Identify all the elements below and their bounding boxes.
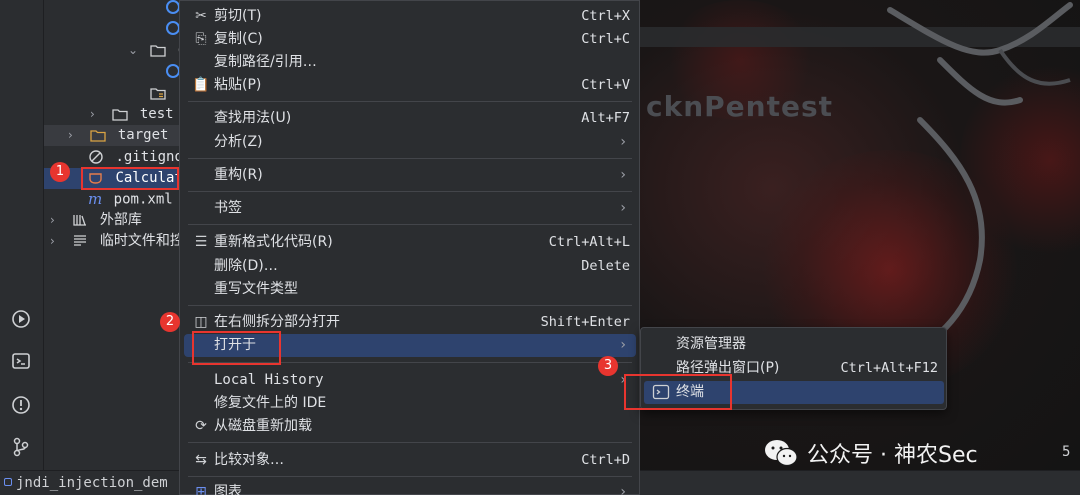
folder-icon xyxy=(150,44,167,57)
status-breadcrumb[interactable]: jndi_injection_dem xyxy=(16,475,168,491)
tree-item-gitignore[interactable]: .gitigno xyxy=(88,147,179,168)
class-icon xyxy=(166,0,179,14)
resources-folder-icon xyxy=(150,87,167,100)
menu-item-repair-ide[interactable]: 修复文件上的 IDE xyxy=(184,392,636,415)
context-menu: ✂ 剪切(T) Ctrl+X ⎘ 复制(C) Ctrl+C 复制路径/引用… 📋… xyxy=(179,0,640,495)
menu-item-reformat[interactable]: ☰ 重新格式化代码(R) Ctrl+Alt+L xyxy=(184,231,636,254)
chevron-right-icon: › xyxy=(50,213,55,227)
chevron-down-icon: ⌄ xyxy=(128,43,139,57)
menu-item-delete[interactable]: 删除(D)… Delete xyxy=(184,255,636,278)
reload-icon: ⟳ xyxy=(195,418,207,434)
tree-item-target[interactable]: › target xyxy=(44,125,179,146)
problems-icon[interactable] xyxy=(10,394,32,416)
chevron-right-icon: › xyxy=(620,337,626,353)
compare-icon: ⇆ xyxy=(195,452,207,468)
menu-item-paste[interactable]: 📋 粘贴(P) Ctrl+V xyxy=(184,74,636,97)
git-icon[interactable] xyxy=(10,436,32,458)
submenu-item-explorer[interactable]: 资源管理器 xyxy=(644,333,944,356)
folder-icon xyxy=(112,108,129,121)
project-tree: ⌄ o reso › test › target .gitigno Calcul… xyxy=(44,0,179,470)
tree-class-icon-row[interactable] xyxy=(166,0,179,18)
menu-separator xyxy=(188,442,632,443)
tree-item-scratches[interactable]: › 临时文件和控 xyxy=(50,231,179,252)
maven-icon: m xyxy=(88,190,103,208)
menu-item-copy[interactable]: ⎘ 复制(C) Ctrl+C xyxy=(184,28,636,51)
menu-item-override-file-type[interactable]: 重写文件类型 xyxy=(184,278,636,301)
menu-item-reload-from-disk[interactable]: ⟳ 从磁盘重新加载 xyxy=(184,415,636,438)
menu-item-analyze[interactable]: 分析(Z) › xyxy=(184,131,636,154)
tree-item-pom[interactable]: m pom.xml xyxy=(88,189,173,210)
class-icon xyxy=(166,21,179,35)
chevron-right-icon: › xyxy=(90,107,95,121)
menu-separator xyxy=(188,476,632,477)
diagram-icon: ⊞ xyxy=(195,484,207,495)
menu-separator xyxy=(188,224,632,225)
module-icon xyxy=(4,478,12,486)
chevron-right-icon: › xyxy=(50,234,55,248)
wechat-icon xyxy=(765,440,798,467)
tree-class-icon-row[interactable] xyxy=(166,61,179,82)
menu-item-bookmarks[interactable]: 书签 › xyxy=(184,197,636,220)
menu-separator xyxy=(188,305,632,306)
tree-item-label: 临时文件和控 xyxy=(99,233,179,249)
scissors-icon: ✂ xyxy=(195,8,207,24)
menu-item-find-usages[interactable]: 查找用法(U) Alt+F7 xyxy=(184,107,636,130)
annotation-box-3 xyxy=(624,374,732,410)
tree-item-folder[interactable]: ⌄ o xyxy=(128,40,179,61)
annotation-box-2 xyxy=(192,331,281,365)
watermark: 公众号 · 神农Sec xyxy=(763,435,978,471)
tree-class-icon-row[interactable] xyxy=(166,18,179,39)
tree-item-resources[interactable]: reso xyxy=(128,83,179,104)
banner-text: cknPentest xyxy=(646,90,834,123)
menu-separator xyxy=(188,158,632,159)
ignore-file-icon xyxy=(89,150,103,164)
menu-item-copy-path[interactable]: 复制路径/引用… xyxy=(184,51,636,74)
menu-item-compare-with[interactable]: ⇆ 比较对象… Ctrl+D xyxy=(184,449,636,472)
tool-window-strip xyxy=(0,0,44,470)
copy-icon: ⎘ xyxy=(195,31,207,47)
chevron-right-icon: › xyxy=(68,128,73,142)
menu-item-refactor[interactable]: 重构(R) › xyxy=(184,164,636,187)
annotation-badge-1: 1 xyxy=(50,162,70,182)
annotation-badge-3: 3 xyxy=(598,356,618,376)
services-icon[interactable] xyxy=(10,308,32,330)
tree-item-test[interactable]: › test xyxy=(90,104,174,125)
tree-item-external-libraries[interactable]: › 外部库 xyxy=(50,210,142,231)
split-icon: ◫ xyxy=(194,314,208,330)
chevron-right-icon: › xyxy=(620,200,626,216)
reformat-icon: ☰ xyxy=(194,234,208,250)
chevron-right-icon: › xyxy=(620,484,626,495)
annotation-badge-2: 2 xyxy=(160,312,180,332)
chevron-right-icon: › xyxy=(620,167,626,183)
page-number: 5 xyxy=(1062,444,1071,460)
menu-item-diagrams[interactable]: ⊞ 图表 › xyxy=(184,481,636,495)
paste-icon: 📋 xyxy=(192,77,210,93)
chevron-right-icon: › xyxy=(620,134,626,150)
tree-item-label: target xyxy=(117,127,169,143)
menu-item-cut[interactable]: ✂ 剪切(T) Ctrl+X xyxy=(184,5,636,28)
annotation-box-1 xyxy=(81,167,179,190)
excluded-folder-icon xyxy=(90,129,107,142)
scratches-icon xyxy=(74,235,87,246)
menu-separator xyxy=(188,191,632,192)
tree-item-label: test xyxy=(139,106,174,122)
library-icon xyxy=(73,215,87,226)
class-icon xyxy=(166,64,179,78)
tree-item-label: 外部库 xyxy=(99,212,142,228)
tree-item-label: pom.xml xyxy=(113,191,173,208)
menu-separator xyxy=(188,101,632,102)
watermark-text: 公众号 · 神农Sec xyxy=(807,443,978,468)
tree-item-label: .gitigno xyxy=(115,149,179,165)
terminal-icon[interactable] xyxy=(10,350,32,372)
menu-item-local-history[interactable]: Local History › xyxy=(184,369,636,392)
